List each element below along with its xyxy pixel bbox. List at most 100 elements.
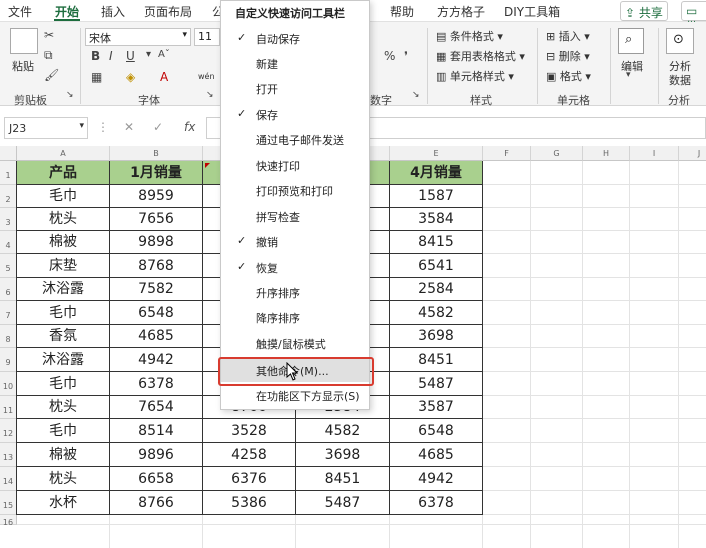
share-button[interactable]: ⇪ 共享 (620, 1, 668, 21)
tab-help[interactable]: 帮助 (390, 3, 414, 20)
table-cell[interactable]: 5386 (203, 491, 296, 515)
table-cell[interactable]: 4582 (390, 301, 483, 325)
table-header-cell[interactable]: 产品 (17, 161, 110, 185)
table-cell[interactable]: 3698 (390, 325, 483, 348)
column-header-i[interactable]: I (630, 146, 679, 161)
table-cell[interactable]: 3584 (390, 208, 483, 231)
table-cell[interactable]: 5487 (296, 491, 390, 515)
italic-icon[interactable]: I (109, 49, 113, 63)
table-cell[interactable]: 6548 (110, 301, 203, 325)
cancel-icon[interactable]: ✕ (124, 120, 134, 134)
row-header-14[interactable]: 14 (0, 467, 17, 491)
menu-item-4[interactable]: 通过电子邮件发送 (221, 126, 369, 151)
tab-insert[interactable]: 插入 (101, 3, 125, 20)
table-cell[interactable]: 6376 (203, 467, 296, 491)
table-cell[interactable]: 1587 (390, 185, 483, 208)
menu-item-5[interactable]: 快速打印 (221, 152, 369, 177)
table-cell[interactable]: 水杯 (17, 491, 110, 515)
table-cell[interactable]: 毛巾 (17, 419, 110, 443)
table-cell[interactable]: 6658 (110, 467, 203, 491)
table-cell[interactable]: 棉被 (17, 443, 110, 467)
table-cell[interactable]: 3528 (203, 419, 296, 443)
row-header-6[interactable]: 6 (0, 278, 17, 301)
paste-icon[interactable] (10, 28, 38, 54)
menu-item-2[interactable]: 打开 (221, 75, 369, 100)
enter-icon[interactable]: ✓ (153, 120, 163, 134)
row-header-1[interactable]: 1 (0, 161, 17, 185)
tab-page-layout[interactable]: 页面布局 (144, 3, 192, 20)
menu-item-10[interactable]: 升序排序 (221, 279, 369, 304)
font-grow-icon[interactable]: ▾ (146, 49, 151, 60)
menu-item-0[interactable]: ✓ 自动保存 (221, 25, 369, 50)
tab-file[interactable]: 文件 (8, 3, 32, 20)
row-header-11[interactable]: 11 (0, 396, 17, 419)
name-box[interactable]: J23 ▾ (4, 117, 88, 139)
table-cell[interactable]: 毛巾 (17, 185, 110, 208)
column-header-e[interactable]: E (390, 146, 483, 161)
format-cells-button[interactable]: ▣ 格式 ▾ (546, 68, 591, 84)
tab-fangfang[interactable]: 方方格子 (437, 3, 485, 20)
phonetic-icon[interactable]: wén (198, 72, 215, 81)
row-header-9[interactable]: 9 (0, 348, 17, 372)
cut-icon[interactable]: ✂ (44, 28, 54, 42)
table-cell[interactable]: 8514 (110, 419, 203, 443)
tab-diy-toolbox[interactable]: DIY工具箱 (504, 3, 560, 20)
table-cell[interactable]: 毛巾 (17, 301, 110, 325)
menu-item-7[interactable]: 拼写检查 (221, 203, 369, 228)
table-cell[interactable]: 5487 (390, 372, 483, 396)
table-cell[interactable]: 沐浴露 (17, 278, 110, 301)
column-header-h[interactable]: H (583, 146, 630, 161)
table-cell[interactable]: 4685 (110, 325, 203, 348)
column-header-j[interactable]: J (679, 146, 706, 161)
table-cell[interactable]: 7656 (110, 208, 203, 231)
analyze-data-label-line2[interactable]: 数据 (669, 72, 691, 88)
table-cell[interactable]: 8768 (110, 254, 203, 278)
bold-icon[interactable]: B (91, 49, 100, 63)
percent-icon[interactable]: % (384, 49, 395, 63)
font-shrink-icon[interactable]: Aˇ (158, 49, 170, 60)
conditional-format-button[interactable]: ▤ 条件格式 ▾ (436, 28, 503, 44)
insert-cells-button[interactable]: ⊞ 插入 ▾ (546, 28, 590, 44)
row-header-12[interactable]: 12 (0, 419, 17, 443)
copy-icon[interactable]: ⧉ (44, 48, 53, 63)
comma-style-icon[interactable]: ❜ (404, 49, 408, 63)
menu-item-1[interactable]: 新建 (221, 50, 369, 75)
menu-item-11[interactable]: 降序排序 (221, 304, 369, 329)
table-cell[interactable]: 枕头 (17, 208, 110, 231)
table-cell[interactable]: 7654 (110, 396, 203, 419)
editing-label[interactable]: 编辑 (621, 58, 643, 74)
format-painter-icon[interactable]: 🖌 (44, 68, 59, 82)
tab-home[interactable]: 开始 (55, 3, 79, 20)
search-icon[interactable]: ⌕ (618, 28, 644, 54)
comments-button[interactable]: ▭ 批 (681, 1, 706, 34)
format-as-table-button[interactable]: ▦ 套用表格格式 ▾ (436, 48, 525, 64)
table-cell[interactable]: 6378 (110, 372, 203, 396)
table-cell[interactable]: 6378 (390, 491, 483, 515)
table-cell[interactable]: 枕头 (17, 467, 110, 491)
table-header-cell[interactable]: 4月销量 (390, 161, 483, 185)
number-launcher-icon[interactable]: ↘ (412, 90, 420, 100)
paste-label[interactable]: 粘贴 (12, 58, 34, 74)
analyze-data-icon[interactable]: ⊙ (666, 28, 694, 54)
menu-item-3[interactable]: ✓ 保存 (221, 101, 369, 126)
row-header-2[interactable]: 2 (0, 185, 17, 208)
underline-icon[interactable]: U (126, 49, 135, 63)
row-header-5[interactable]: 5 (0, 254, 17, 278)
insert-function-icon[interactable]: fx (184, 120, 195, 134)
table-cell[interactable]: 6548 (390, 419, 483, 443)
row-header-16[interactable]: 16 (0, 515, 17, 527)
delete-cells-button[interactable]: ⊟ 删除 ▾ (546, 48, 590, 64)
table-cell[interactable]: 8415 (390, 231, 483, 254)
table-cell[interactable]: 4942 (110, 348, 203, 372)
font-color-icon[interactable]: A (160, 70, 168, 84)
clipboard-launcher-icon[interactable]: ↘ (66, 90, 74, 100)
table-cell[interactable]: 毛巾 (17, 372, 110, 396)
table-cell[interactable]: 3587 (390, 396, 483, 419)
table-cell[interactable]: 4685 (390, 443, 483, 467)
cell-styles-button[interactable]: ▥ 单元格样式 ▾ (436, 68, 514, 84)
font-launcher-icon[interactable]: ↘ (206, 90, 214, 100)
table-cell[interactable]: 7582 (110, 278, 203, 301)
font-size-combo[interactable]: 11 (194, 28, 220, 46)
table-cell[interactable]: 4258 (203, 443, 296, 467)
menu-item-12[interactable]: 触摸/鼠标模式 (221, 330, 369, 355)
